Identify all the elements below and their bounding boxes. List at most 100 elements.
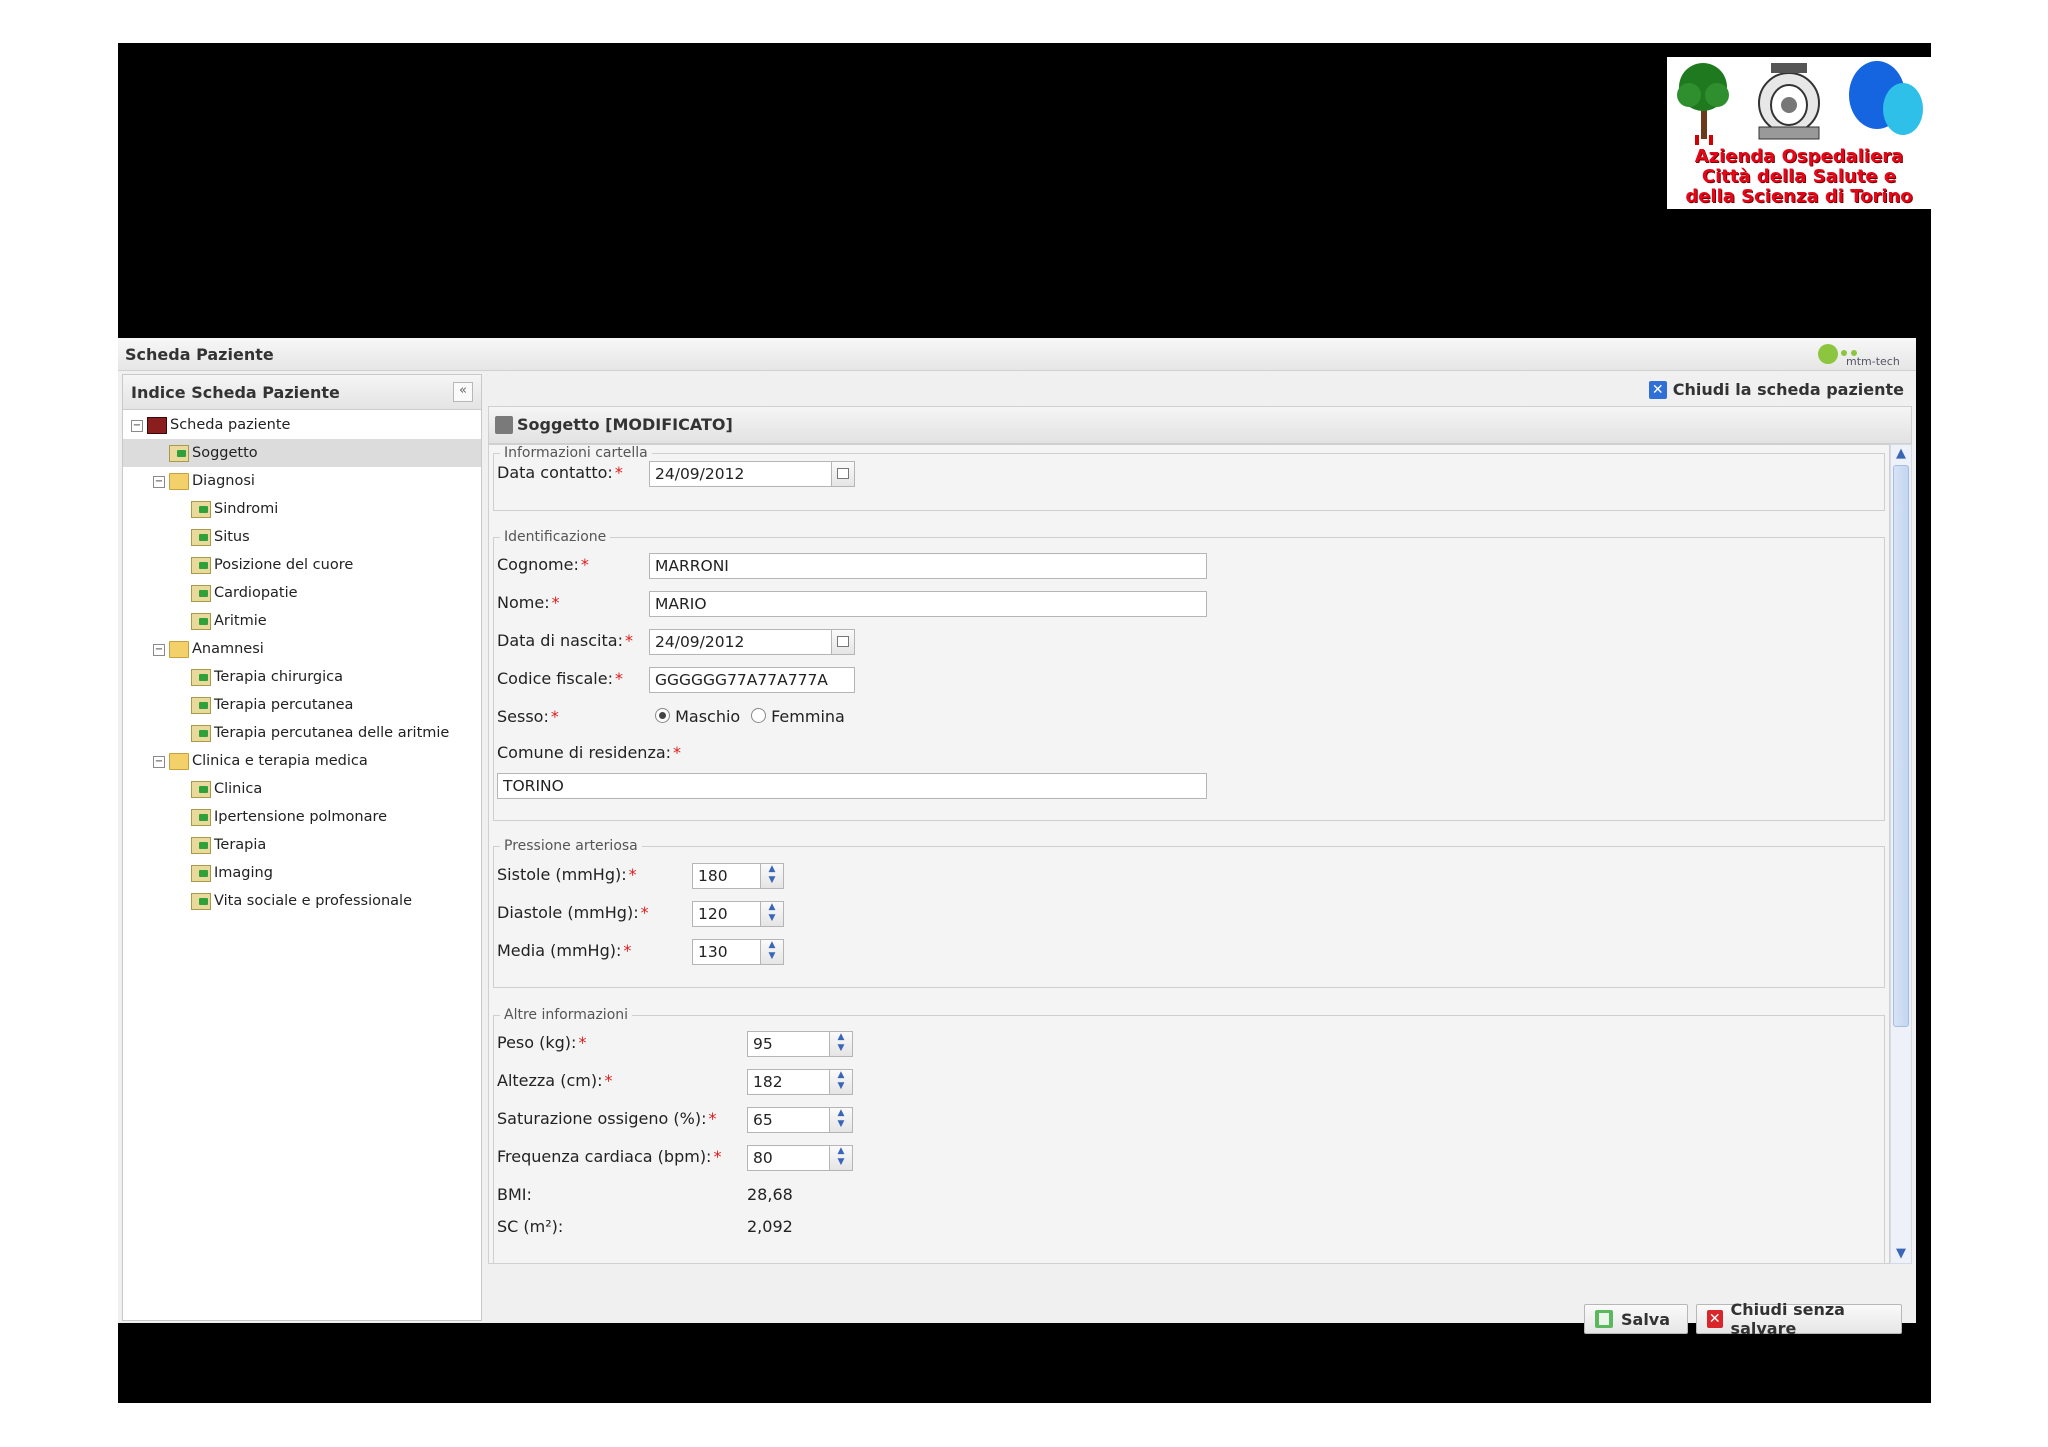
tree-node-terapia-chirurgica[interactable]: Terapia chirurgica [123, 663, 481, 691]
scroll-up-icon[interactable]: ▲ [1891, 445, 1911, 463]
spinner-arrows-icon[interactable]: ▲ ▼ [829, 1146, 852, 1170]
tree-node-posizione-cuore[interactable]: Posizione del cuore [123, 551, 481, 579]
page-arrow-icon [191, 501, 211, 518]
form-content: Informazioni cartella Data contatto: * 24… [488, 444, 1890, 1264]
page-arrow-icon [191, 893, 211, 910]
section-header: Soggetto [MODIFICATO] [488, 406, 1912, 444]
sc-value: 2,092 [747, 1217, 793, 1236]
data-nascita-field[interactable]: 24/09/2012 [649, 629, 855, 655]
codice-fiscale-label: Codice fiscale: * [497, 669, 623, 688]
page-arrow-icon [191, 809, 211, 826]
collapse-sidebar-button[interactable]: « [453, 382, 473, 402]
saturazione-label: Saturazione ossigeno (%): * [497, 1109, 717, 1128]
tree-node-diagnosi[interactable]: − Diagnosi [123, 467, 481, 495]
cognome-field[interactable]: MARRONI [649, 553, 1207, 579]
page-arrow-icon [191, 781, 211, 798]
bmi-value: 28,68 [747, 1185, 793, 1204]
close-patient-record-button[interactable]: ✕ Chiudi la scheda paziente [1648, 380, 1904, 399]
page-arrow-icon [191, 697, 211, 714]
page-arrow-icon [191, 865, 211, 882]
save-button[interactable]: Salva [1584, 1304, 1688, 1334]
collapse-toggle-icon[interactable]: − [153, 644, 165, 656]
data-contatto-field[interactable]: 24/09/2012 [649, 461, 855, 487]
collapse-toggle-icon[interactable]: − [131, 420, 143, 432]
scroll-down-icon[interactable]: ▼ [1891, 1245, 1911, 1263]
tree-node-vita-sociale[interactable]: Vita sociale e professionale [123, 887, 481, 915]
window-title: Scheda Paziente [125, 345, 274, 364]
collapse-toggle-icon[interactable]: − [153, 756, 165, 768]
tree-node-terapia-percutanea[interactable]: Terapia percutanea [123, 691, 481, 719]
patient-record-icon [147, 417, 167, 434]
page-arrow-icon [191, 529, 211, 546]
diastole-label: Diastole (mmHg): * [497, 903, 649, 922]
tree-node-terapia[interactable]: Terapia [123, 831, 481, 859]
main-panel: ✕ Chiudi la scheda paziente Soggetto [MO… [484, 374, 1916, 1338]
brand-logo: mtm-tech [1816, 341, 1906, 368]
tree-node-ipertensione[interactable]: Ipertensione polmonare [123, 803, 481, 831]
logo-lettering: Azienda Ospedaliera Città della Salute e… [1685, 146, 1913, 207]
tree-node-cardiopatie[interactable]: Cardiopatie [123, 579, 481, 607]
spinner-arrows-icon[interactable]: ▲ ▼ [829, 1108, 852, 1132]
nome-label: Nome: * [497, 593, 560, 612]
section-title: Soggetto [MODIFICATO] [517, 415, 733, 434]
svg-text:mtm-tech: mtm-tech [1846, 355, 1900, 367]
bmi-label: BMI: [497, 1185, 532, 1204]
spinner-arrows-icon[interactable]: ▲ ▼ [829, 1032, 852, 1056]
tree-node-situs[interactable]: Situs [123, 523, 481, 551]
tree-node-scheda-paziente[interactable]: − Scheda paziente [123, 411, 481, 439]
page-arrow-icon [191, 669, 211, 686]
comune-field[interactable]: TORINO [497, 773, 1207, 799]
window-titlebar: Scheda Paziente mtm-tech [118, 338, 1916, 371]
close-icon: ✕ [1707, 1310, 1723, 1328]
tree-node-imaging[interactable]: Imaging [123, 859, 481, 887]
scrollbar-thumb[interactable] [1893, 465, 1909, 1027]
app-window: Scheda Paziente mtm-tech Indice Scheda P… [118, 338, 1916, 1338]
fieldset-legend: Informazioni cartella [504, 445, 648, 461]
sistole-stepper[interactable]: 180 ▲ ▼ [692, 863, 784, 889]
data-nascita-label: Data di nascita: * [497, 631, 633, 650]
folder-icon [169, 473, 189, 490]
radio-maschio[interactable]: Maschio [655, 707, 740, 726]
spinner-arrows-icon[interactable]: ▲ ▼ [760, 864, 783, 888]
tree-node-sindromi[interactable]: Sindromi [123, 495, 481, 523]
hospital-logo: Azienda Ospedaliera Città della Salute e… [1667, 57, 1931, 209]
nome-field[interactable]: MARIO [649, 591, 1207, 617]
tree-node-terapia-percutanea-aritmie[interactable]: Terapia percutanea delle aritmie [123, 719, 481, 747]
calendar-icon[interactable] [831, 462, 854, 486]
fieldset-altre-informazioni: Altre informazioni [493, 1007, 1885, 1263]
folder-icon [169, 641, 189, 658]
tree-node-clinica-terapia[interactable]: − Clinica e terapia medica [123, 747, 481, 775]
calendar-icon[interactable] [831, 630, 854, 654]
spinner-arrows-icon[interactable]: ▲ ▼ [829, 1070, 852, 1094]
sidebar: Indice Scheda Paziente « − Scheda pazien… [122, 374, 482, 1321]
frequenza-stepper[interactable]: 80 ▲ ▼ [747, 1145, 853, 1171]
page-arrow-icon [191, 557, 211, 574]
close-without-saving-button[interactable]: ✕ Chiudi senza salvare [1696, 1300, 1902, 1338]
page-arrow-icon [191, 725, 211, 742]
vertical-scrollbar[interactable]: ▲ ▼ [1890, 444, 1912, 1264]
media-stepper[interactable]: 130 ▲ ▼ [692, 939, 784, 965]
peso-stepper[interactable]: 95 ▲ ▼ [747, 1031, 853, 1057]
sesso-label: Sesso: * [497, 707, 559, 726]
comune-label: Comune di residenza: * [497, 743, 682, 762]
sistole-label: Sistole (mmHg): * [497, 865, 637, 884]
tree-node-anamnesi[interactable]: − Anamnesi [123, 635, 481, 663]
radio-unselected-icon[interactable] [751, 708, 766, 723]
tree-node-aritmie[interactable]: Aritmie [123, 607, 481, 635]
page-arrow-icon [191, 585, 211, 602]
folder-icon [169, 753, 189, 770]
page-arrow-icon [169, 445, 189, 462]
altezza-label: Altezza (cm): * [497, 1071, 613, 1090]
altezza-stepper[interactable]: 182 ▲ ▼ [747, 1069, 853, 1095]
diastole-stepper[interactable]: 120 ▲ ▼ [692, 901, 784, 927]
spinner-arrows-icon[interactable]: ▲ ▼ [760, 902, 783, 926]
tree-node-clinica[interactable]: Clinica [123, 775, 481, 803]
collapse-toggle-icon[interactable]: − [153, 476, 165, 488]
peso-label: Peso (kg): * [497, 1033, 587, 1052]
saturazione-stepper[interactable]: 65 ▲ ▼ [747, 1107, 853, 1133]
radio-femmina[interactable]: Femmina [751, 707, 845, 726]
codice-fiscale-field[interactable]: GGGGGG77A77A777A [649, 667, 855, 693]
radio-selected-icon[interactable] [655, 708, 670, 723]
tree-node-soggetto[interactable]: Soggetto [123, 439, 481, 467]
spinner-arrows-icon[interactable]: ▲ ▼ [760, 940, 783, 964]
